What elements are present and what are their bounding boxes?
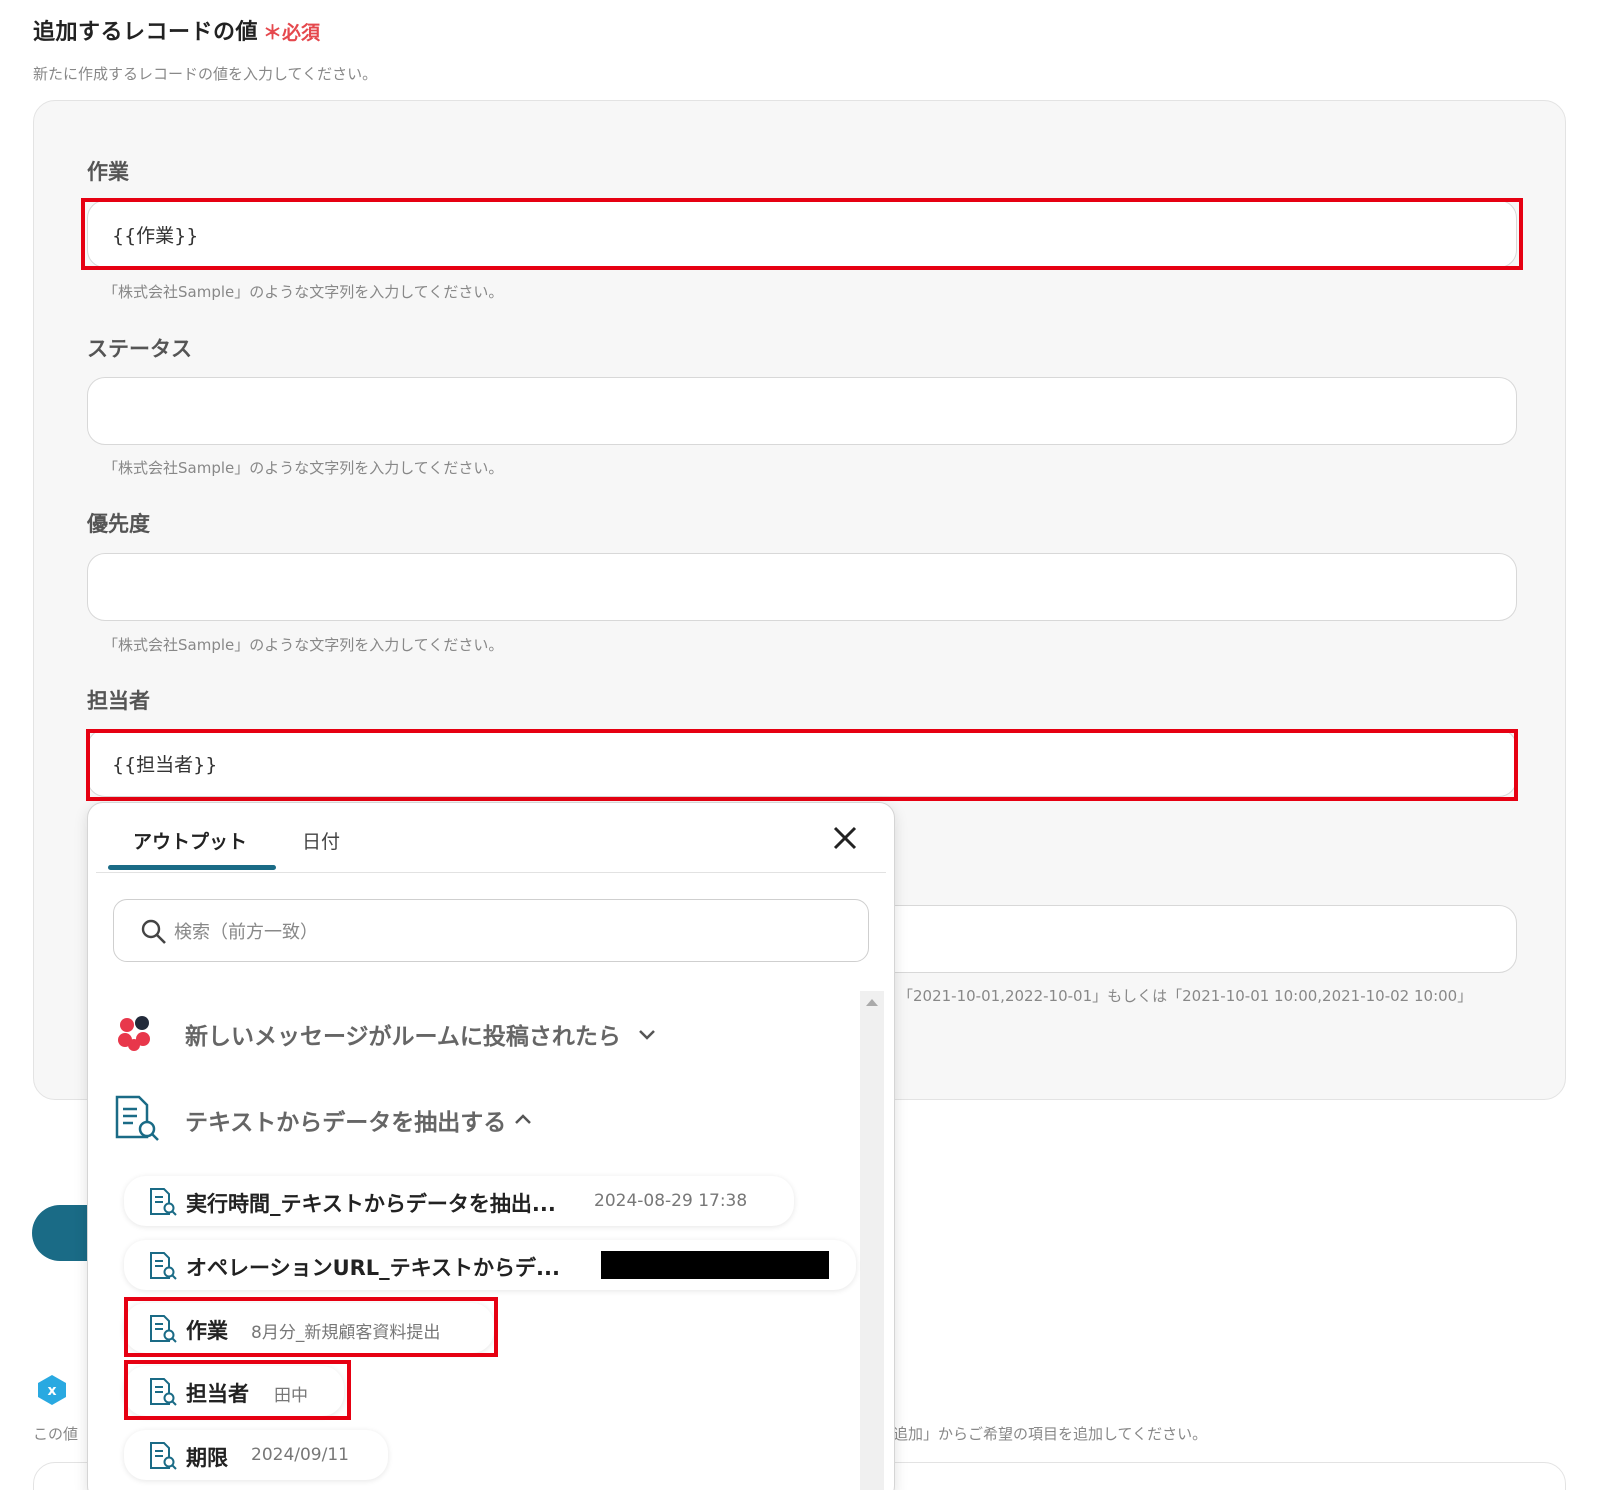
redacted-value [601, 1251, 829, 1279]
item-name: 期限 [186, 1446, 228, 1470]
priority-input[interactable] [87, 553, 1517, 621]
field-label-task: 作業 [87, 160, 129, 184]
document-search-icon [148, 1441, 178, 1471]
tab-divider [96, 872, 886, 873]
group-header-message-trigger[interactable]: 新しいメッセージがルームに投稿されたら [113, 1011, 673, 1055]
output-item-execution-time[interactable]: 実行時間_テキストからデータを抽出... 2024-08-29 17:38 [124, 1176, 794, 1226]
field-label-assignee: 担当者 [87, 689, 150, 713]
highlight-assignee-input [86, 729, 1518, 801]
deadline-hint: 「2021-10-01,2022-10-01」もしくは「2021-10-01 1… [898, 987, 1473, 1005]
search-placeholder: 検索（前方一致） [174, 922, 318, 943]
output-item-operation-url[interactable]: オペレーションURL_テキストからデ... [124, 1240, 856, 1290]
highlight-assignee-item [124, 1360, 351, 1420]
lower-description-right: 追加」からご希望の項目を追加してください。 [893, 1425, 1208, 1443]
item-value: 2024-08-29 17:38 [594, 1191, 748, 1211]
status-hint: 「株式会社Sample」のような文字列を入力してください。 [103, 459, 504, 477]
item-name: 実行時間_テキストからデータを抽出... [186, 1192, 556, 1216]
close-icon[interactable] [830, 823, 860, 853]
search-icon [140, 918, 168, 946]
scrollbar[interactable] [860, 991, 884, 1490]
document-search-icon [113, 1093, 161, 1143]
output-item-deadline[interactable]: 期限 2024/09/11 [124, 1430, 388, 1480]
required-badge: ＊必須 [263, 22, 321, 44]
highlight-task-item [124, 1297, 498, 1357]
group-title-message-trigger: 新しいメッセージがルームに投稿されたら [185, 1024, 621, 1050]
field-label-priority: 優先度 [87, 512, 150, 536]
group-header-extract-data[interactable]: テキストからデータを抽出する [113, 1093, 573, 1143]
section-title: 追加するレコードの値 [33, 20, 259, 45]
item-value: 2024/09/11 [251, 1445, 349, 1465]
search-input[interactable]: 検索（前方一致） [113, 899, 869, 962]
tab-output[interactable]: アウトプット [133, 827, 247, 854]
group-title-extract-data: テキストからデータを抽出する [185, 1110, 507, 1136]
active-tab-indicator [108, 865, 276, 870]
status-input[interactable] [87, 377, 1517, 445]
item-name: オペレーションURL_テキストからデ... [186, 1256, 560, 1280]
hex-badge-icon: x [35, 1373, 69, 1407]
tab-date[interactable]: 日付 [302, 827, 340, 854]
document-search-icon [148, 1187, 178, 1217]
variable-picker-dropdown: アウトプット 日付 検索（前方一致） 新しいメッセージがルームに投稿されたら テ… [87, 802, 895, 1490]
chevron-up-icon[interactable] [511, 1107, 535, 1131]
lower-description-left: この値 [33, 1425, 79, 1443]
svg-text:x: x [47, 1383, 56, 1399]
highlight-task-input [81, 198, 1523, 270]
chatwork-logo-icon [113, 1011, 157, 1055]
chevron-down-icon[interactable] [635, 1023, 659, 1047]
priority-hint: 「株式会社Sample」のような文字列を入力してください。 [103, 636, 504, 654]
section-description: 新たに作成するレコードの値を入力してください。 [33, 65, 378, 83]
document-search-icon [148, 1251, 178, 1281]
task-hint: 「株式会社Sample」のような文字列を入力してください。 [103, 283, 504, 301]
field-label-status: ステータス [87, 337, 192, 361]
